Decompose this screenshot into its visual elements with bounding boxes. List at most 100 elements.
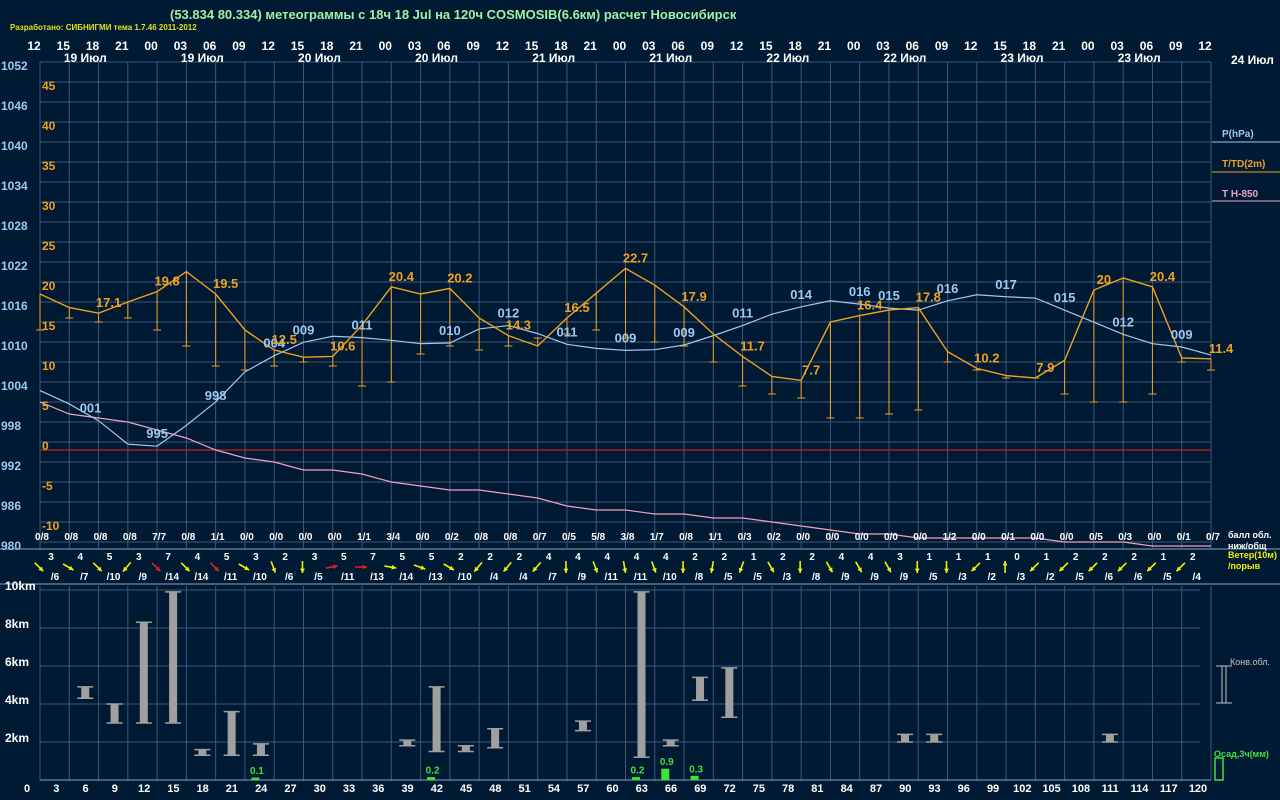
cloudiness-label: 0/0 <box>913 532 927 543</box>
wind-gust-label: /11 <box>341 572 355 583</box>
cloudiness-label: 0/0 <box>1147 532 1161 543</box>
conv-cloud-bar <box>666 740 675 746</box>
wind-arrow-head <box>300 568 305 573</box>
pressure-axis-label: 998 <box>1 419 21 433</box>
wind-gust-label: /7 <box>549 572 558 583</box>
cloudiness-label: 0/0 <box>299 532 313 543</box>
wind-gust-label: /5 <box>314 572 323 583</box>
pressure-value-label: 012 <box>1112 314 1134 329</box>
legend-pressure: P(hPa) <box>1222 129 1254 140</box>
lead-hour-label: 72 <box>723 783 735 795</box>
cloudiness-label: 1/1 <box>357 532 371 543</box>
temperature-value-label: 7.7 <box>802 362 820 377</box>
pressure-value-label: 009 <box>615 330 637 345</box>
lead-hour-label: 6 <box>82 783 88 795</box>
temp-axis-label: 15 <box>42 319 56 333</box>
date-label: 22 Июл <box>766 51 809 65</box>
lead-hour-label: 27 <box>284 783 296 795</box>
wind-speed-label: 2 <box>780 552 786 563</box>
wind-speed-label: 1 <box>926 552 932 563</box>
conv-cloud-bar <box>725 667 734 718</box>
date-label: 23 Июл <box>1001 51 1044 65</box>
hour-tick-label: 21 <box>349 39 363 53</box>
wind-gust-label: /3 <box>1017 572 1026 583</box>
wind-gust-label: /11 <box>224 572 238 583</box>
conv-cloud-bar <box>81 686 90 699</box>
wind-speed-label: 3 <box>897 552 903 563</box>
wind-gust-label: /14 <box>165 572 179 583</box>
wind-speed-label: 1 <box>985 552 991 563</box>
lead-hour-label: 39 <box>401 783 413 795</box>
pressure-value-label: 011 <box>556 324 577 339</box>
pressure-axis-label: 1028 <box>1 219 28 233</box>
lead-hour-label: 24 <box>255 783 268 795</box>
pressure-value-label: 011 <box>352 318 373 333</box>
hour-tick-label: 00 <box>144 39 158 53</box>
cloudiness-label: 0/8 <box>123 532 137 543</box>
wind-speed-label: 2 <box>722 552 728 563</box>
lead-hour-label: 105 <box>1042 783 1060 795</box>
pressure-value-label: 001 <box>80 401 102 416</box>
cloudiness-label: 0/1 <box>1001 532 1015 543</box>
cloudiness-label: 0/5 <box>562 532 576 543</box>
conv-cloud-bar <box>578 721 587 731</box>
pressure-value-label: 009 <box>673 325 695 340</box>
wind-arrow-head <box>563 568 569 573</box>
wind-gust-label: /6 <box>51 572 60 583</box>
wind-gust-label: /8 <box>695 572 704 583</box>
wind-gust-label: /4 <box>490 572 499 583</box>
pressure-axis-label: 992 <box>1 459 21 473</box>
lead-hour-label: 117 <box>1160 783 1178 795</box>
cloudiness-label: 0/2 <box>767 532 781 543</box>
cloudiness-label: 3/8 <box>621 532 635 543</box>
lead-hour-label: 42 <box>431 783 443 795</box>
lead-hour-label: 18 <box>197 783 209 795</box>
hour-tick-label: 12 <box>262 39 276 53</box>
wind-gust-label: /5 <box>1163 572 1172 583</box>
conv-cloud-bar <box>1105 734 1114 742</box>
wind-speed-label: 1 <box>1044 552 1050 563</box>
cloudiness-label: 0/8 <box>64 532 78 543</box>
pressure-axis-label: 980 <box>1 539 21 553</box>
pressure-axis-label: 1016 <box>1 299 28 313</box>
conv-cloud-bar <box>110 704 119 723</box>
temperature-value-label: 16.4 <box>857 298 883 313</box>
legend-wind-label: /порыв <box>1228 561 1261 571</box>
wind-speed-label: 5 <box>224 552 230 563</box>
hour-tick-label: 00 <box>379 39 393 53</box>
lead-hour-label: 48 <box>489 783 501 795</box>
precip-value-label: 0.2 <box>631 766 645 777</box>
wind-speed-label: 5 <box>400 552 406 563</box>
legend-precip-symbol <box>1214 757 1224 781</box>
meteogram-svg: 12 15 18 21 00 03 06 09 12 15 18 21 00 03 06 09 12 15 18 21… <box>0 39 1280 795</box>
wind-speed-label: 4 <box>634 552 640 563</box>
wind-speed-label: 2 <box>809 552 815 563</box>
conv-cloud-bar <box>900 734 909 742</box>
pressure-value-label: 014 <box>790 287 812 302</box>
wind-gust-label: /6 <box>1134 572 1143 583</box>
wind-gust-label: /14 <box>399 572 413 583</box>
cloudiness-label: 0/1 <box>1177 532 1191 543</box>
wind-speed-label: 7 <box>165 552 171 563</box>
wind-arrow-head <box>944 568 949 573</box>
conv-cloud-bar <box>696 677 705 701</box>
pressure-axis-label: 1010 <box>1 339 28 353</box>
cloudiness-label: 0/8 <box>181 532 195 543</box>
pressure-axis-label: 1034 <box>1 179 28 193</box>
wind-speed-label: 4 <box>868 552 874 563</box>
wind-gust-label: /5 <box>929 572 938 583</box>
wind-arrow-head <box>362 564 368 570</box>
wind-gust-label: /13 <box>429 572 443 583</box>
hour-tick-label: 00 <box>613 39 627 53</box>
precip-value-label: 0.3 <box>689 764 703 775</box>
temp-axis-label: 35 <box>42 159 56 173</box>
pressure-value-label: 998 <box>205 388 227 403</box>
wind-speed-label: 2 <box>1131 552 1137 563</box>
lead-hour-label: 30 <box>314 783 326 795</box>
hour-tick-label: 09 <box>1169 39 1183 53</box>
pressure-axis-label: 1052 <box>1 59 28 73</box>
cloudiness-label: 0/7 <box>533 532 547 543</box>
wind-speed-label: 0 <box>1014 552 1020 563</box>
pressure-axis-label: 1046 <box>1 99 28 113</box>
wind-gust-label: /5 <box>724 572 733 583</box>
